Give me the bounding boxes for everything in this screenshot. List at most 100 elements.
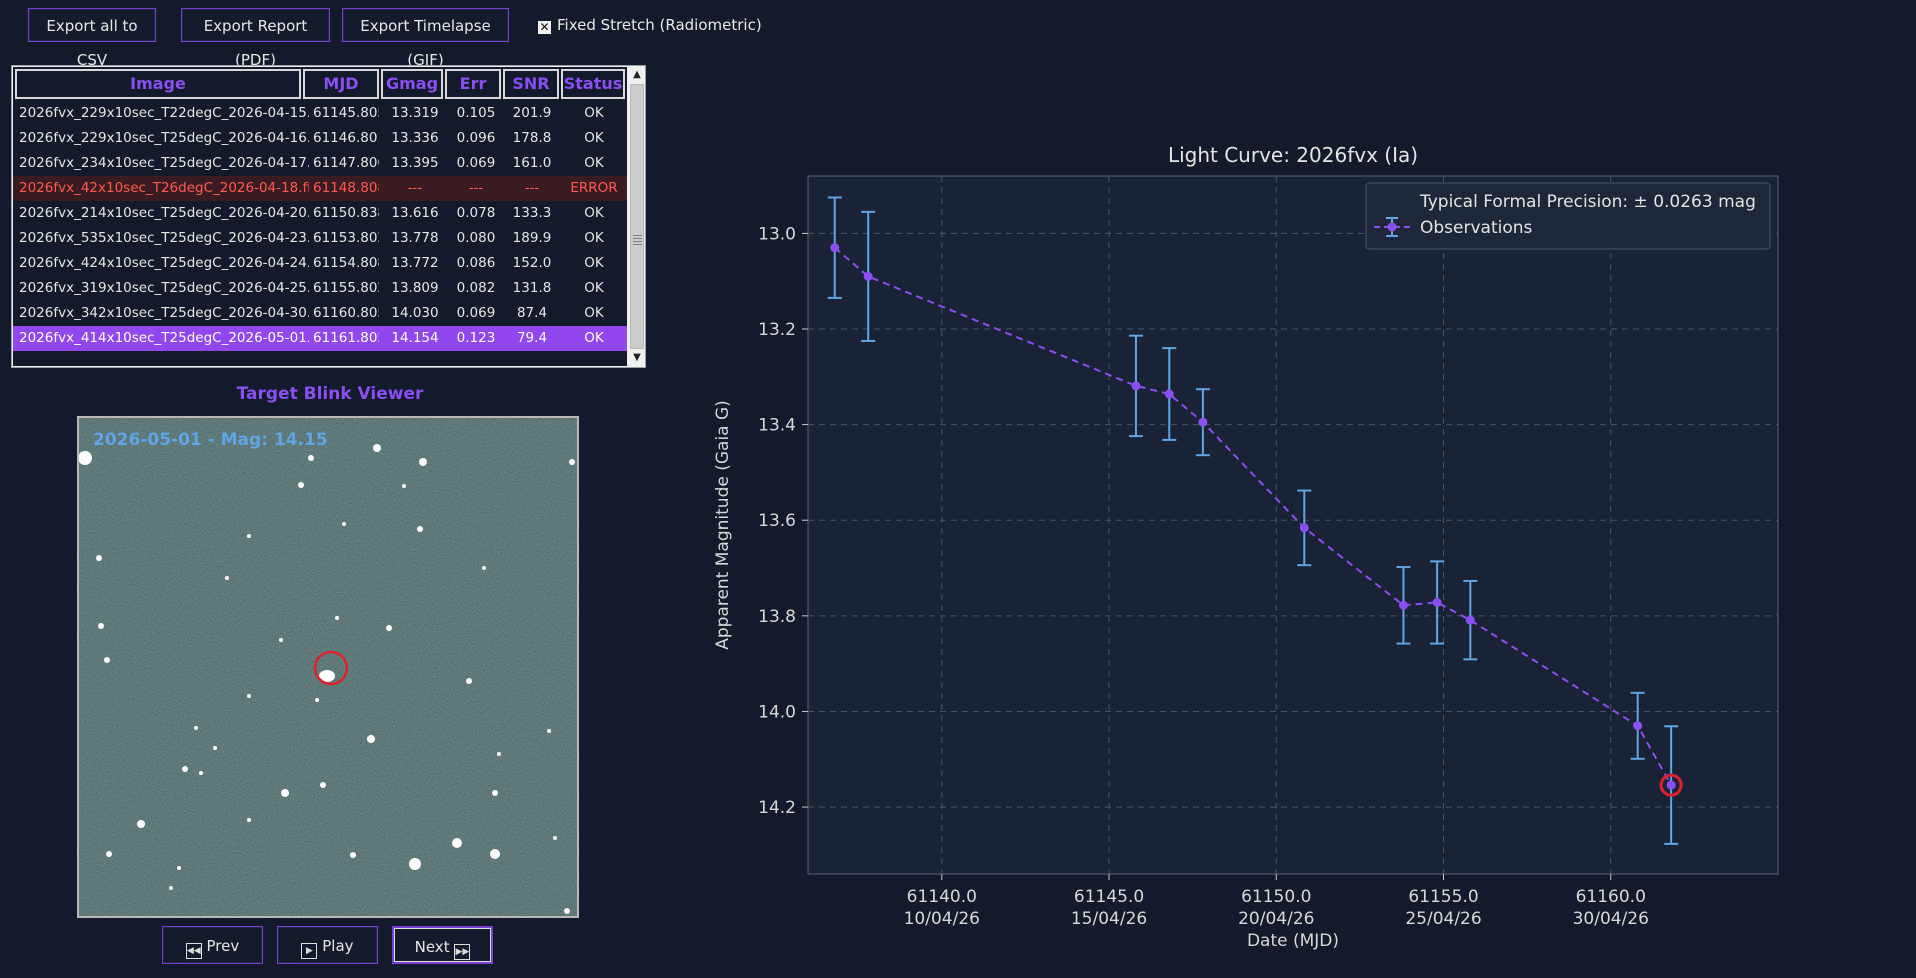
star	[194, 726, 198, 730]
export-pdf-button[interactable]: Export Report (PDF)	[181, 8, 330, 69]
blink-viewer-title: Target Blink Viewer	[236, 384, 424, 404]
table-row[interactable]: 2026fvx_229x10sec_T22degC_2026-04-15.fi 6…	[13, 101, 627, 126]
cell-mjd: 61161.805	[313, 330, 379, 346]
cell-status: OK	[584, 330, 604, 346]
cell-status: OK	[584, 255, 604, 271]
y-tick-label: 13.0	[758, 224, 796, 244]
star	[104, 657, 110, 663]
star	[466, 678, 472, 684]
export-gif-button[interactable]: Export Timelapse (GIF)	[342, 8, 509, 69]
cell-image: 2026fvx_229x10sec_T25degC_2026-04-16.fi	[19, 130, 309, 146]
cell-gmag: 13.319	[391, 105, 439, 121]
next-label: Next	[414, 938, 450, 956]
cell-gmag: 14.154	[391, 330, 439, 346]
scroll-down-icon[interactable]: ▼	[629, 350, 645, 366]
cell-snr: 201.9	[512, 105, 552, 121]
star	[492, 790, 498, 796]
x-tick-label: 61150.0	[1241, 887, 1311, 907]
plot-area	[807, 175, 1779, 875]
cell-err: 0.123	[456, 330, 496, 346]
star	[569, 459, 575, 465]
table-row[interactable]: 2026fvx_234x10sec_T25degC_2026-04-17.fi 6…	[13, 151, 627, 176]
star	[350, 852, 356, 858]
legend-marker	[1387, 222, 1397, 232]
observation-point	[1666, 780, 1676, 790]
cell-image: 2026fvx_424x10sec_T25degC_2026-04-24.fi	[19, 255, 309, 271]
fixed-stretch-checkbox[interactable]: ✕ Fixed Stretch (Radiometric)	[538, 8, 762, 42]
table-row[interactable]: 2026fvx_535x10sec_T25degC_2026-04-23.fi 6…	[13, 226, 627, 251]
header-mjd[interactable]: MJD	[303, 69, 379, 99]
legend-observations: Observations	[1420, 218, 1533, 238]
cell-status: ERROR	[570, 180, 618, 196]
star	[308, 455, 314, 461]
header-image[interactable]: Image	[15, 69, 301, 99]
table-row[interactable]: 2026fvx_42x10sec_T26degC_2026-04-18.fit 6…	[13, 176, 627, 201]
header-status[interactable]: Status	[561, 69, 625, 99]
prev-label: Prev	[206, 937, 240, 955]
x-tick-label: 61160.0	[1576, 887, 1646, 907]
light-curve-chart: 61140.010/04/26 61145.015/04/26 61150.020/…	[713, 143, 1779, 951]
cell-image: 2026fvx_214x10sec_T25degC_2026-04-20.fi	[19, 205, 309, 221]
cell-image: 2026fvx_414x10sec_T25degC_2026-05-01.fi	[19, 330, 309, 346]
x-tick-date-label: 30/04/26	[1573, 909, 1649, 929]
cell-mjd: 61145.805	[313, 105, 379, 121]
cell-mjd: 61155.802	[313, 280, 379, 296]
star	[490, 849, 500, 859]
header-gmag[interactable]: Gmag	[381, 69, 443, 99]
table-row[interactable]: 2026fvx_414x10sec_T25degC_2026-05-01.fi 6…	[13, 326, 627, 351]
cell-err: 0.105	[456, 105, 496, 121]
cell-mjd: 61148.808	[313, 180, 379, 196]
star	[417, 526, 423, 532]
star	[279, 638, 283, 642]
table-row[interactable]: 2026fvx_214x10sec_T25degC_2026-04-20.fi 6…	[13, 201, 627, 226]
blink-stamp: 2026-05-01 - Mag: 14.15	[93, 430, 328, 450]
y-tick-label: 13.4	[758, 416, 796, 436]
fixed-stretch-label: Fixed Stretch (Radiometric)	[557, 16, 762, 34]
observation-point	[1131, 381, 1141, 391]
table-row[interactable]: 2026fvx_424x10sec_T25degC_2026-04-24.fi 6…	[13, 251, 627, 276]
observation-point	[863, 271, 873, 281]
cell-snr: 79.4	[516, 330, 548, 346]
cell-image: 2026fvx_42x10sec_T26degC_2026-04-18.fit	[19, 180, 309, 196]
star	[320, 782, 326, 788]
table-row[interactable]: 2026fvx_342x10sec_T25degC_2026-04-30.fi 6…	[13, 301, 627, 326]
cell-snr: 131.8	[512, 280, 552, 296]
cell-status: OK	[584, 105, 604, 121]
x-tick-date-label: 25/04/26	[1405, 909, 1481, 929]
star	[419, 458, 427, 466]
star	[386, 625, 392, 631]
prev-button[interactable]: ◀◀ Prev	[162, 926, 263, 964]
y-tick-label: 14.0	[758, 702, 796, 722]
header-snr[interactable]: SNR	[503, 69, 559, 99]
checkbox-icon[interactable]: ✕	[538, 21, 551, 34]
table-row[interactable]: 2026fvx_229x10sec_T25degC_2026-04-16.fi 6…	[13, 126, 627, 151]
cell-gmag: 13.336	[391, 130, 439, 146]
cell-mjd: 61150.838	[313, 205, 379, 221]
export-csv-button[interactable]: Export all to CSV	[28, 8, 156, 69]
x-tick-date-label: 15/04/26	[1071, 909, 1147, 929]
star	[367, 735, 375, 743]
star-field	[79, 418, 577, 916]
scroll-thumb[interactable]	[630, 84, 644, 349]
cell-mjd: 61153.802	[313, 230, 379, 246]
x-tick-label: 61155.0	[1408, 887, 1478, 907]
x-tick-date-label: 20/04/26	[1238, 909, 1314, 929]
scroll-up-icon[interactable]: ▲	[629, 67, 645, 83]
cell-snr: 189.9	[512, 230, 552, 246]
next-button[interactable]: Next ▶▶	[392, 926, 493, 964]
header-err[interactable]: Err	[445, 69, 501, 99]
observation-point	[830, 243, 840, 253]
x-axis-label: Date (MJD)	[1247, 931, 1339, 951]
table-row[interactable]: 2026fvx_319x10sec_T25degC_2026-04-25.fi 6…	[13, 276, 627, 301]
star	[213, 746, 217, 750]
cell-err: 0.080	[456, 230, 496, 246]
star	[553, 836, 557, 840]
table-scrollbar[interactable]: ▲ ▼	[629, 67, 645, 366]
play-button[interactable]: ▶ Play	[277, 926, 378, 964]
observation-point	[1465, 615, 1475, 625]
star	[106, 851, 112, 857]
cell-status: OK	[584, 205, 604, 221]
y-tick-label: 13.6	[758, 511, 796, 531]
cell-mjd: 61160.805	[313, 305, 379, 321]
cell-gmag: 13.772	[391, 255, 439, 271]
